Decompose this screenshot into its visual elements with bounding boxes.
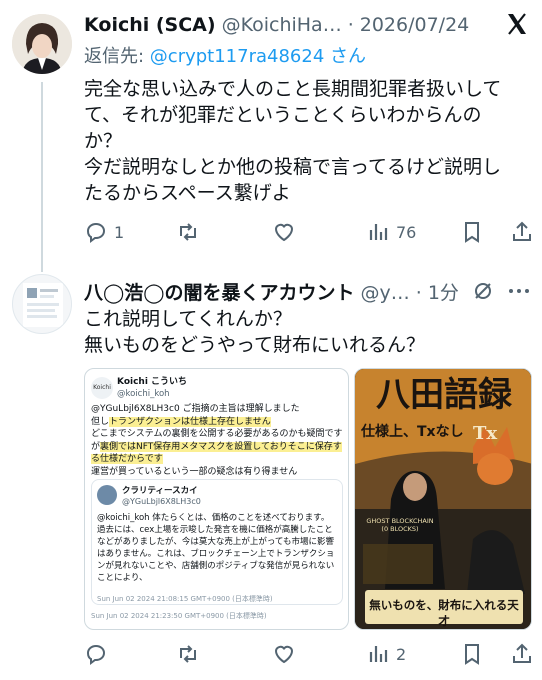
share-button[interactable] xyxy=(510,642,534,666)
share-icon xyxy=(513,221,531,241)
share-button[interactable] xyxy=(510,220,534,244)
tweet2-header: 八◯浩◯の闇を暴くアカウント @y… · 1分 xyxy=(84,278,484,304)
bookmark-button[interactable] xyxy=(460,642,484,666)
quote-handle: @YGuLbjl6X8LH3c0 xyxy=(122,497,201,506)
retweet-button[interactable] xyxy=(176,642,200,666)
reply-to-line: 返信先: @crypt117ra48624 さん xyxy=(84,42,366,68)
retweet-icon xyxy=(180,223,196,241)
views-count: 76 xyxy=(396,222,417,242)
avatar[interactable] xyxy=(12,274,72,334)
screenshot-handle: @koichi_koh xyxy=(117,389,170,399)
retweet-button[interactable] xyxy=(176,220,200,244)
quote-avatar xyxy=(97,485,117,505)
bookmark-icon xyxy=(465,644,479,665)
like-button[interactable] xyxy=(272,642,296,666)
heart-icon xyxy=(274,645,294,664)
reply-suffix: さん xyxy=(324,46,367,67)
bookmark-icon xyxy=(465,222,479,243)
poster-sign: GHOST BLOCKCHAIN (0 BLOCKS) xyxy=(366,517,434,533)
poster-title: 八田語録 xyxy=(376,375,512,415)
tweet1-actions: 1 76 xyxy=(84,220,534,248)
author-handle[interactable]: @y… xyxy=(361,282,410,304)
reply-prefix: 返信先: xyxy=(84,46,150,67)
views-icon xyxy=(369,646,388,662)
quote-text: @koichi_koh 体たらくとは、価格のことを述べております。過去には、ce… xyxy=(97,513,335,583)
tweet-date[interactable]: 2026/07/24 xyxy=(360,14,470,36)
reply-handle-link[interactable]: @crypt117ra48624 xyxy=(150,46,324,67)
poster-tagline: 無いものを、財布に入れる天才 xyxy=(369,598,519,628)
reply-button[interactable] xyxy=(84,642,108,666)
author-name[interactable]: 八◯浩◯の闇を暴くアカウント xyxy=(84,278,355,304)
avatar-photo xyxy=(12,14,72,74)
reply-icon xyxy=(86,222,106,243)
views-button[interactable]: 2 xyxy=(366,642,406,666)
retweet-icon xyxy=(180,645,196,663)
poster-subtitle: 仕様上、Txなし xyxy=(361,424,464,440)
dot-separator: · xyxy=(347,14,354,36)
attached-image-poster[interactable]: 八田語録 仕様上、Txなし Tx GHOST BLOCKCHAIN (0 BLO… xyxy=(354,368,532,630)
more-options-icon[interactable] xyxy=(506,280,532,302)
poster-badge: Tx xyxy=(473,423,498,444)
share-icon xyxy=(513,643,531,663)
heart-icon xyxy=(274,223,294,242)
dot-separator: · xyxy=(415,282,422,304)
tweet2-text: これ説明してくれんか？ 無いものをどうやって財布にいれるん？ xyxy=(84,308,426,356)
author-name[interactable]: Koichi (SCA) xyxy=(84,14,216,36)
tweet-time[interactable]: 1分 xyxy=(428,278,459,304)
bookmark-button[interactable] xyxy=(460,220,484,244)
screenshot-logo: Koichi xyxy=(91,377,113,399)
tweet2-actions: 2 xyxy=(84,642,534,670)
quote-date: Sun Jun 02 2024 21:08:15 GMT+0900 (日本標準時… xyxy=(97,595,273,603)
reply-button[interactable]: 1 xyxy=(84,220,124,244)
attached-image-screenshot[interactable]: Koichi Koichi こういち @koichi_koh @YGuLbjl6… xyxy=(84,368,349,630)
views-count: 2 xyxy=(396,644,407,664)
author-handle[interactable]: @KoichiHa… xyxy=(222,14,342,36)
screenshot-body: @YGuLbjl6X8LH3c0 ご指摘の主旨は理解しました 但しトランザクショ… xyxy=(91,404,343,477)
thread-line xyxy=(41,82,43,272)
views-icon xyxy=(369,224,388,240)
avatar-screenshot xyxy=(23,283,63,327)
tweet1-text: 完全な思い込みで人のこと長期間犯罪者扱いして て、それが犯罪だということくらいわ… xyxy=(84,78,502,204)
tweet1-header: Koichi (SCA) @KoichiHa… · 2026/07/24 xyxy=(84,14,504,40)
reply-icon xyxy=(86,644,106,665)
like-button[interactable] xyxy=(272,220,296,244)
views-button[interactable]: 76 xyxy=(366,220,416,244)
grok-icon[interactable] xyxy=(472,280,494,302)
screenshot-date: Sun Jun 02 2024 21:23:50 GMT+0900 (日本標準時… xyxy=(91,612,267,620)
reply-count: 1 xyxy=(114,222,125,242)
avatar[interactable] xyxy=(12,14,72,74)
screenshot-quote-card: クラリティースカイ @YGuLbjl6X8LH3c0 @koichi_koh 体… xyxy=(91,479,343,605)
x-logo-icon xyxy=(505,12,529,36)
